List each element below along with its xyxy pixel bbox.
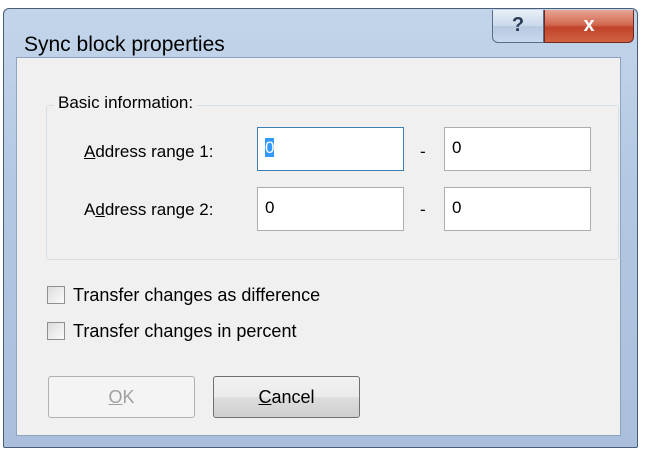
address-range-2-to-input[interactable]: 0 [444,187,591,231]
address-range-1-from-input[interactable]: 0 [257,127,404,171]
transfer-as-difference-checkbox[interactable] [47,286,65,304]
ok-button[interactable]: OK [48,376,195,418]
range-separator: - [420,200,426,219]
checkbox-label: Transfer changes as difference [73,285,321,305]
selected-text: 0 [265,138,275,157]
transfer-as-difference-option[interactable]: Transfer changes as difference [47,285,320,306]
button-label: ancel [271,387,315,407]
group-label: Basic information: [54,93,198,113]
dialog-client-area: Basic information: Address range 1: 0 - … [16,57,621,436]
transfer-in-percent-checkbox[interactable] [47,322,65,340]
range-separator: - [420,142,426,161]
label-suffix: dress range 2: [104,200,214,219]
label-suffix: ddress range 1: [95,142,214,161]
address-range-1-label: Address range 1: [84,142,213,162]
access-key: C [258,387,272,407]
address-range-2-from-input[interactable]: 0 [257,187,404,231]
address-range-2-label: Address range 2: [84,200,214,220]
checkbox-label: Transfer changes in percent [73,321,297,341]
access-key: O [108,387,123,407]
button-label: K [122,387,135,407]
help-button[interactable]: ? [492,10,544,43]
address-range-1-to-input[interactable]: 0 [444,127,591,171]
close-icon: x [583,14,595,36]
label-prefix: A [84,200,96,219]
close-button[interactable]: x [544,10,634,43]
transfer-in-percent-option[interactable]: Transfer changes in percent [47,321,296,342]
window-title: Sync block properties [24,33,225,56]
access-key: d [95,200,105,219]
cancel-button[interactable]: Cancel [213,376,360,418]
help-icon: ? [511,14,525,36]
access-key: A [84,142,96,161]
